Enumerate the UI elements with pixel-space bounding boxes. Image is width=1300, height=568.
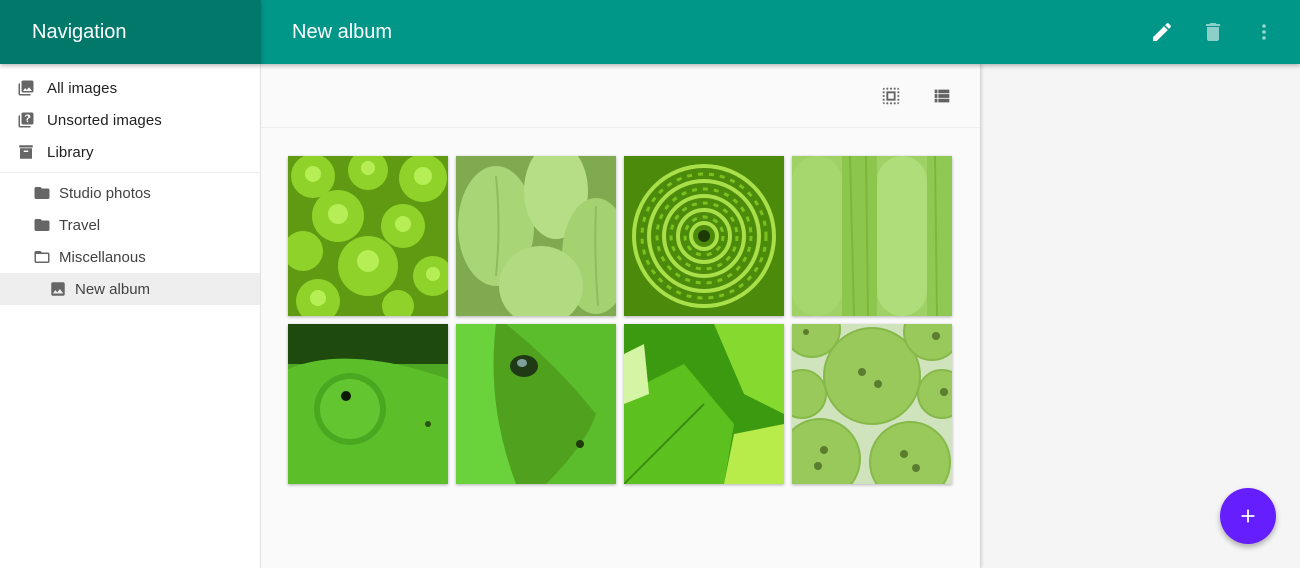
snake-image [456,324,616,484]
navigation-header: Navigation [0,0,261,64]
image-thumbnail[interactable] [624,156,784,316]
romanesco-image [288,156,448,316]
tulip-buds-image [456,156,616,316]
app-bar-actions [1135,0,1288,64]
trash-icon [1206,23,1220,41]
macarons-image [792,156,952,316]
plus-icon [1241,509,1255,523]
image-thumbnail[interactable] [792,324,952,484]
image-icon [49,280,67,298]
app-bar: New album [261,0,1300,64]
edit-button[interactable] [1138,8,1186,56]
leaves-image [624,324,784,484]
sidebar-item-label: Library [47,143,94,161]
more-vert-icon [1262,24,1266,40]
sidebar-item-library[interactable]: Library [0,136,260,168]
list-view-icon [934,89,950,103]
add-button[interactable] [1220,488,1276,544]
sidebar-item-label: Unsorted images [47,111,162,129]
sidebar-item-all-images[interactable]: All images [0,72,260,104]
buttons-image [792,324,952,484]
image-thumbnail[interactable] [624,324,784,484]
chameleon-image [288,324,448,484]
select-all-icon [882,87,900,105]
sidebar-folder-label: Miscellanous [59,248,146,266]
chrysanthemum-image [624,156,784,316]
image-thumbnail[interactable] [288,324,448,484]
sidebar-album-new-album[interactable]: New album [0,273,260,305]
list-view-button[interactable] [918,72,966,120]
pencil-icon [1153,22,1172,41]
sidebar-folder-miscellanous[interactable]: Miscellanous [0,241,260,273]
image-thumbnail[interactable] [456,156,616,316]
sidebar-folder-label: Travel [59,216,101,234]
folder-open-outline-icon [33,248,51,266]
image-grid [288,156,952,484]
sidebar-folder-label: Studio photos [59,184,151,202]
archive-icon [17,143,35,161]
sidebar-divider [0,172,260,173]
select-all-button[interactable] [867,72,915,120]
delete-button[interactable] [1189,8,1237,56]
sidebar-item-label: All images [47,79,118,97]
unsorted-images-icon [17,111,35,129]
page-title: New album [292,20,393,43]
image-thumbnail[interactable] [456,324,616,484]
folder-icon [33,184,51,202]
sidebar-folder-travel[interactable]: Travel [0,209,260,241]
album-content [261,64,981,568]
folder-icon [33,216,51,234]
image-thumbnail[interactable] [792,156,952,316]
photo-library-icon [17,79,35,97]
image-thumbnail[interactable] [288,156,448,316]
sidebar-folder-studio-photos[interactable]: Studio photos [0,177,260,209]
sidebar: All images Unsorted images Library Studi… [0,64,261,568]
sidebar-album-label: New album [75,280,151,298]
sidebar-item-unsorted-images[interactable]: Unsorted images [0,104,260,136]
content-toolbar [261,64,980,128]
more-options-button[interactable] [1240,8,1288,56]
navigation-title: Navigation [32,20,127,43]
